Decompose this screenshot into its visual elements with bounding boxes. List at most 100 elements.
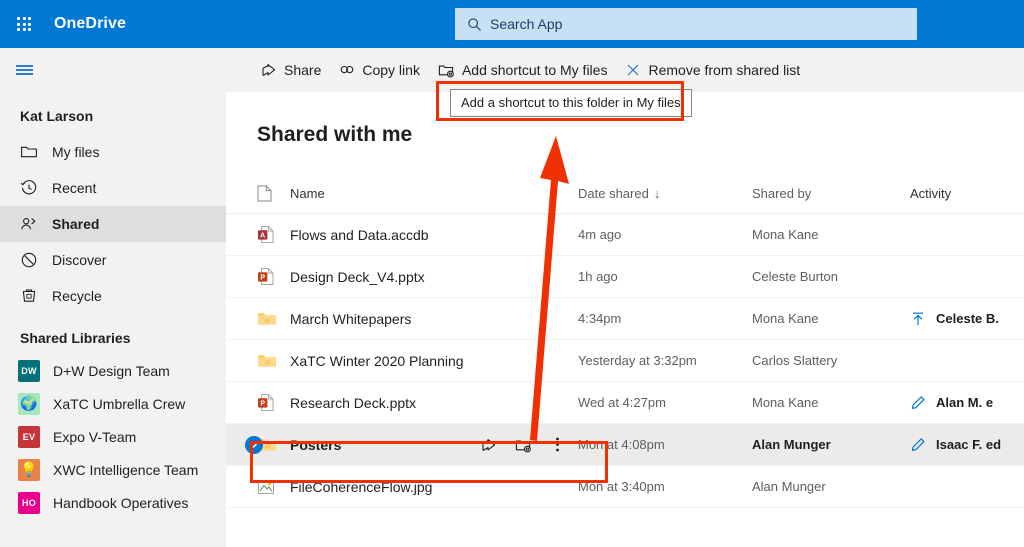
row-action-buttons bbox=[480, 436, 578, 454]
library-avatar: HO bbox=[18, 491, 40, 514]
library-item-handbook-operatives[interactable]: HO Handbook Operatives bbox=[0, 486, 226, 519]
library-item-expo-v-team[interactable]: EV Expo V-Team bbox=[0, 420, 226, 453]
date-shared-cell: Mon at 4:08pm bbox=[578, 437, 665, 452]
library-item-label: Expo V-Team bbox=[53, 428, 137, 445]
activity-cell: Alan M. e bbox=[910, 395, 1024, 411]
more-options-icon[interactable] bbox=[548, 436, 566, 454]
trash-icon bbox=[20, 287, 38, 305]
shared-by-cell[interactable]: Alan Munger bbox=[752, 479, 910, 494]
date-shared-cell: 1h ago bbox=[578, 269, 618, 284]
sidebar-item-label: Recent bbox=[52, 180, 97, 196]
shared-by-cell[interactable]: Mona Kane bbox=[752, 227, 910, 242]
onedrive-app: OneDrive Search App Share Copy link Add … bbox=[0, 0, 1024, 547]
table-row[interactable]: FileCoherenceFlow.jpg Mon at 3:40pm Alan… bbox=[226, 466, 1024, 508]
link-icon bbox=[339, 62, 355, 78]
sidebar-item-label: Discover bbox=[52, 252, 107, 268]
library-item-label: D+W Design Team bbox=[53, 362, 170, 379]
add-shortcut-icon bbox=[438, 62, 455, 78]
shared-by-cell[interactable]: Celeste Burton bbox=[752, 269, 910, 284]
table-row-selected[interactable]: ☺ Posters Mon at 4:08pm Alan Munger Isaa… bbox=[226, 424, 1024, 466]
table-row[interactable]: P Research Deck.pptx Wed at 4:27pm Mona … bbox=[226, 382, 1024, 424]
file-name-cell[interactable]: XaTC Winter 2020 Planning bbox=[290, 353, 578, 369]
app-title[interactable]: OneDrive bbox=[54, 15, 126, 33]
share-button[interactable]: Share bbox=[252, 48, 330, 92]
sidebar-item-recycle[interactable]: Recycle bbox=[0, 278, 226, 314]
nav-toggle-button[interactable] bbox=[0, 48, 48, 92]
shared-by-cell[interactable]: Carlos Slattery bbox=[752, 353, 910, 368]
access-file-icon: A bbox=[257, 225, 281, 244]
close-icon bbox=[625, 62, 641, 78]
add-shortcut-icon[interactable] bbox=[514, 436, 532, 454]
remove-from-shared-list-label: Remove from shared list bbox=[648, 62, 801, 78]
lightbulb-icon: 💡 bbox=[18, 458, 40, 481]
table-row[interactable]: ☺ XaTC Winter 2020 Planning Yesterday at… bbox=[226, 340, 1024, 382]
column-header-activity[interactable]: Activity bbox=[910, 186, 1024, 201]
command-bar: Share Copy link Add shortcut to My files… bbox=[0, 48, 1024, 92]
file-name-cell[interactable]: Research Deck.pptx bbox=[290, 395, 578, 411]
library-avatar: DW bbox=[18, 359, 40, 382]
date-shared-cell: 4m ago bbox=[578, 227, 622, 242]
file-name-cell[interactable]: Flows and Data.accdb bbox=[290, 227, 578, 243]
sidebar-item-recent[interactable]: Recent bbox=[0, 170, 226, 206]
column-header-date-shared[interactable]: Date shared ↓ bbox=[578, 186, 752, 201]
suite-header: OneDrive bbox=[0, 0, 1024, 48]
activity-cell: Celeste B. bbox=[910, 311, 1024, 327]
command-bar-items: Share Copy link Add shortcut to My files… bbox=[252, 48, 809, 92]
shared-by-cell[interactable]: Mona Kane bbox=[752, 311, 910, 326]
file-name-cell[interactable]: FileCoherenceFlow.jpg bbox=[290, 479, 578, 495]
file-name-cell[interactable]: Design Deck_V4.pptx bbox=[290, 269, 578, 285]
svg-text:☺: ☺ bbox=[264, 359, 271, 366]
main-content: Shared with me Name Date shared ↓ Shared … bbox=[226, 92, 1024, 547]
share-icon bbox=[261, 62, 277, 78]
waffle-icon bbox=[17, 17, 31, 31]
row-checkbox[interactable] bbox=[245, 435, 263, 454]
file-type-column-icon bbox=[257, 185, 281, 202]
discover-icon bbox=[20, 251, 38, 269]
library-item-dw-design-team[interactable]: DW D+W Design Team bbox=[0, 354, 226, 387]
library-item-xatc-umbrella-crew[interactable]: 🌍 XaTC Umbrella Crew bbox=[0, 387, 226, 420]
shared-folder-icon: ☺ bbox=[257, 310, 281, 327]
file-name-cell[interactable]: March Whitepapers bbox=[290, 311, 578, 327]
table-header-row: Name Date shared ↓ Shared by Activity bbox=[226, 173, 1024, 214]
add-shortcut-button[interactable]: Add shortcut to My files bbox=[428, 48, 617, 92]
svg-text:P: P bbox=[260, 400, 265, 407]
table-row[interactable]: P Design Deck_V4.pptx 1h ago Celeste Bur… bbox=[226, 256, 1024, 298]
search-box[interactable] bbox=[455, 8, 917, 40]
powerpoint-file-icon: P bbox=[257, 393, 281, 412]
sidebar-item-shared[interactable]: Shared bbox=[0, 206, 226, 242]
svg-text:A: A bbox=[260, 232, 265, 239]
sidebar-item-my-files[interactable]: My files bbox=[0, 134, 226, 170]
table-row[interactable]: A Flows and Data.accdb 4m ago Mona Kane bbox=[226, 214, 1024, 256]
shared-folder-icon: ☺ bbox=[257, 352, 281, 369]
folder-icon bbox=[20, 143, 38, 161]
column-header-shared-by[interactable]: Shared by bbox=[752, 186, 910, 201]
search-input[interactable] bbox=[490, 16, 870, 32]
file-name-cell[interactable]: Posters bbox=[290, 436, 578, 454]
add-shortcut-button-label: Add shortcut to My files bbox=[461, 62, 608, 78]
add-shortcut-tooltip: Add a shortcut to this folder in My file… bbox=[450, 89, 692, 117]
column-header-name[interactable]: Name bbox=[290, 186, 578, 201]
account-owner-name: Kat Larson bbox=[20, 108, 94, 124]
library-item-label: XWC Intelligence Team bbox=[53, 461, 199, 478]
upload-icon bbox=[910, 311, 926, 327]
date-shared-cell: Wed at 4:27pm bbox=[578, 395, 666, 410]
edit-icon bbox=[910, 437, 926, 453]
share-icon[interactable] bbox=[480, 436, 498, 454]
shared-by-cell[interactable]: Mona Kane bbox=[752, 395, 910, 410]
files-table: Name Date shared↓ Shared by Activity A bbox=[226, 173, 1024, 508]
table-row[interactable]: ☺ March Whitepapers 4:34pm Mona Kane Cel… bbox=[226, 298, 1024, 340]
shared-libraries-heading: Shared Libraries bbox=[20, 330, 131, 346]
svg-text:☺: ☺ bbox=[264, 443, 271, 450]
powerpoint-file-icon: P bbox=[257, 267, 281, 286]
copy-link-button[interactable]: Copy link bbox=[330, 48, 429, 92]
remove-from-shared-list-button[interactable]: Remove from shared list bbox=[616, 48, 809, 92]
library-item-xwc-intelligence-team[interactable]: 💡 XWC Intelligence Team bbox=[0, 453, 226, 486]
shared-by-cell[interactable]: Alan Munger bbox=[752, 437, 910, 452]
library-avatar: EV bbox=[18, 425, 40, 448]
date-shared-cell: Mon at 3:40pm bbox=[578, 479, 665, 494]
app-launcher-button[interactable] bbox=[0, 0, 48, 48]
search-icon bbox=[467, 17, 482, 32]
image-file-icon bbox=[257, 478, 281, 496]
sidebar-item-discover[interactable]: Discover bbox=[0, 242, 226, 278]
hamburger-icon bbox=[15, 62, 33, 77]
